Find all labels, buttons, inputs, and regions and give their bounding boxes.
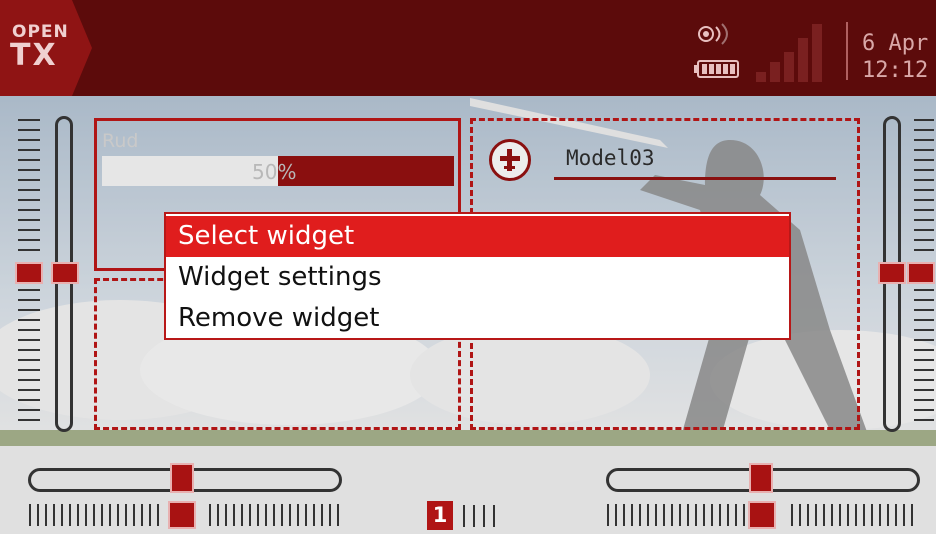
menu-item-widget-settings[interactable]: Widget settings bbox=[166, 257, 789, 298]
signal-bars-icon bbox=[756, 24, 822, 82]
flight-mode-ticks bbox=[463, 505, 495, 527]
logo-text-bottom: TX bbox=[10, 38, 58, 73]
right-horizontal-trim-handle[interactable] bbox=[748, 501, 776, 529]
right-vertical-trim-handle[interactable] bbox=[907, 262, 935, 284]
rf-signal-icon bbox=[698, 23, 728, 45]
airplane-icon bbox=[489, 139, 531, 181]
left-horizontal-trim-handle[interactable] bbox=[168, 501, 196, 529]
right-horizontal-trim-knob[interactable] bbox=[749, 463, 773, 493]
model-name-underline bbox=[554, 177, 836, 180]
rud-percent-text: 50% bbox=[252, 160, 297, 184]
left-vertical-trim-handle[interactable] bbox=[15, 262, 43, 284]
menu-item-remove-widget[interactable]: Remove widget bbox=[166, 298, 789, 339]
widget-context-menu: Select widget Widget settings Remove wid… bbox=[164, 212, 791, 340]
date-label: 6 Apr bbox=[862, 31, 929, 56]
flight-mode-indicator[interactable]: 1 bbox=[427, 501, 453, 530]
left-vertical-trim-knob[interactable] bbox=[51, 262, 79, 284]
menu-item-select-widget[interactable]: Select widget bbox=[166, 216, 789, 257]
model-name: Model03 bbox=[566, 146, 655, 170]
right-vertical-trim-knob[interactable] bbox=[878, 262, 906, 284]
rud-bar-fill bbox=[278, 156, 454, 186]
opentx-logo[interactable]: OPEN TX bbox=[0, 0, 92, 96]
left-horizontal-trim-knob[interactable] bbox=[170, 463, 194, 493]
top-bar: OPEN TX 6 Apr 12:12 bbox=[0, 0, 936, 96]
date-time: 6 Apr 12:12 bbox=[862, 30, 928, 84]
battery-icon bbox=[694, 60, 739, 78]
time-label: 12:12 bbox=[862, 58, 929, 83]
rud-widget-label: Rud bbox=[102, 130, 139, 152]
header-separator bbox=[846, 22, 848, 80]
